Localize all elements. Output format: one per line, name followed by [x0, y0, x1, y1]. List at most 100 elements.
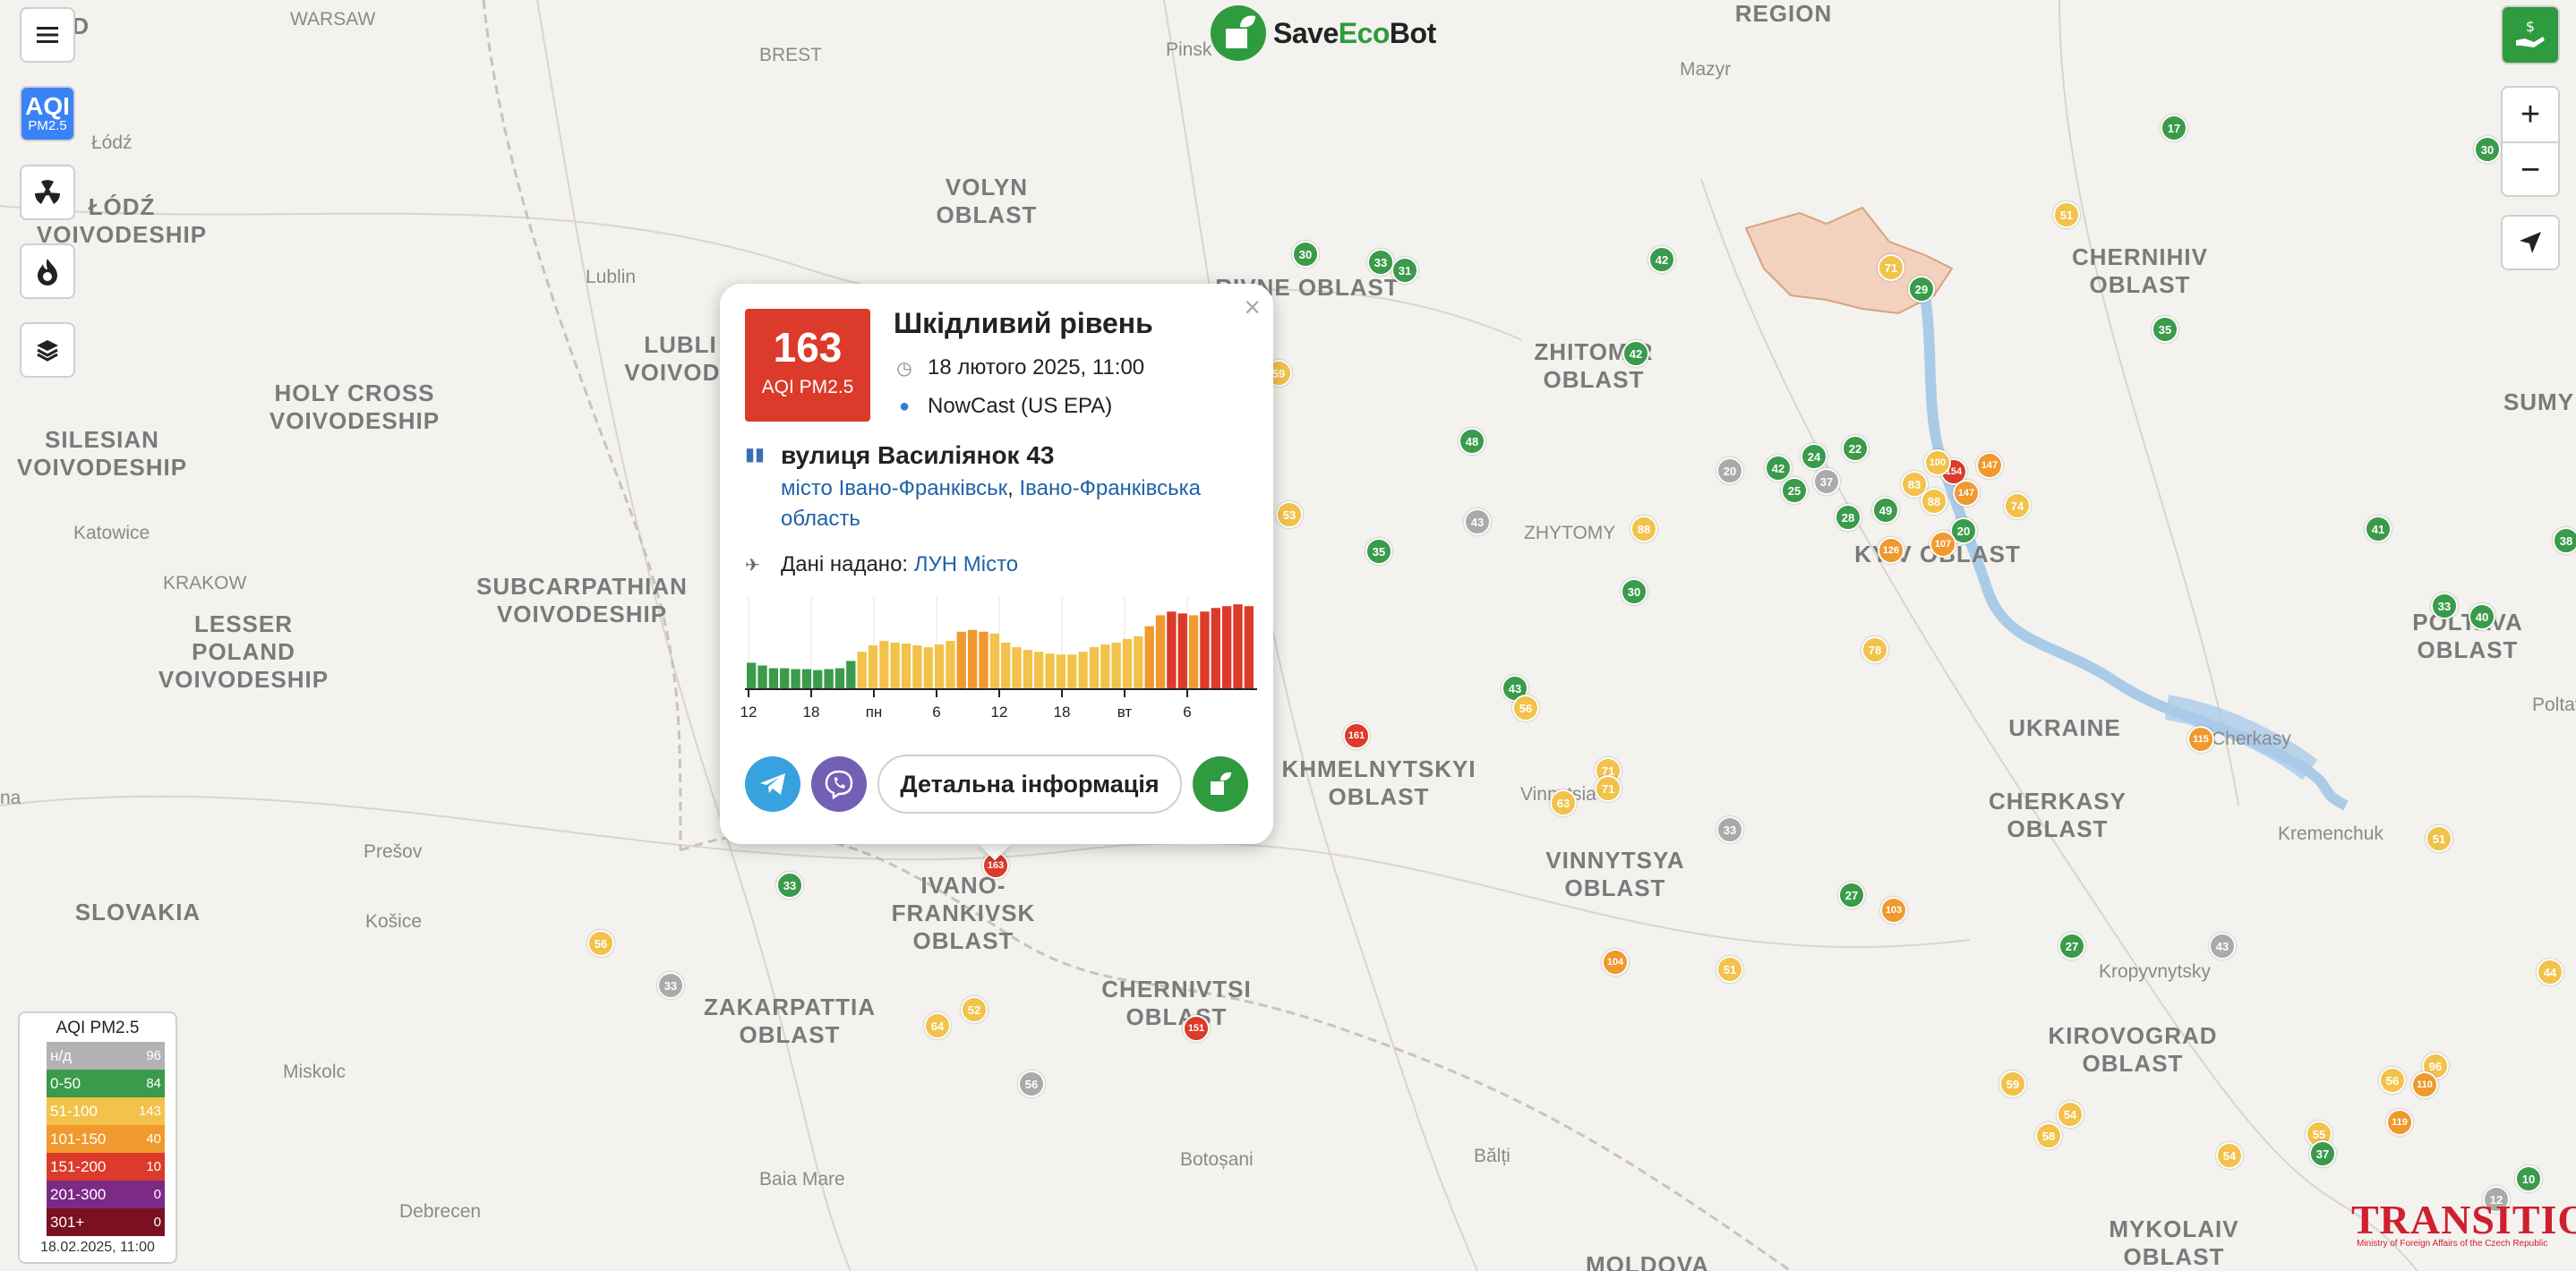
station-marker[interactable]: 53 [1276, 501, 1303, 528]
city-link[interactable]: місто Івано-Франківськ [781, 476, 1007, 500]
legend-row[interactable]: 301+ 0 [47, 1208, 165, 1236]
station-marker[interactable]: 30 [1621, 578, 1647, 605]
station-marker[interactable]: 58 [2035, 1122, 2062, 1149]
station-marker[interactable]: 54 [2216, 1142, 2243, 1169]
donate-button[interactable]: $ [2501, 5, 2560, 64]
city-label: Miskolc [283, 1062, 346, 1082]
station-marker[interactable]: 161 [1343, 722, 1370, 749]
station-marker[interactable]: 147 [1976, 452, 2003, 479]
fire-layer-button[interactable] [20, 243, 75, 299]
station-marker[interactable]: 56 [2379, 1067, 2406, 1094]
station-marker[interactable]: 151 [1183, 1015, 1210, 1042]
station-marker[interactable]: 29 [1908, 276, 1935, 303]
station-marker[interactable]: 24 [1801, 443, 1827, 470]
station-marker[interactable]: 49 [1872, 497, 1899, 524]
aqi-legend: AQI PM2.5 н/д 96 0-50 84 51-100 143 101-150 40 1… [18, 1011, 177, 1264]
station-marker[interactable]: 44 [2537, 959, 2563, 985]
telegram-share-button[interactable] [745, 756, 800, 812]
station-marker[interactable]: 10 [2515, 1165, 2542, 1192]
station-marker[interactable]: 74 [2004, 492, 2031, 519]
station-marker[interactable]: 35 [2152, 316, 2178, 343]
station-marker[interactable]: 100 [1924, 449, 1951, 476]
station-marker[interactable]: 110 [2411, 1071, 2438, 1098]
station-marker[interactable]: 78 [1861, 636, 1888, 663]
legend-row[interactable]: 151-200 10 [47, 1153, 165, 1181]
viber-share-button[interactable] [811, 756, 867, 812]
station-marker[interactable]: 30 [1292, 241, 1319, 268]
station-marker[interactable]: 38 [2553, 527, 2576, 554]
station-marker[interactable]: 88 [1630, 516, 1657, 542]
legend-row[interactable]: н/д 96 [47, 1042, 165, 1070]
station-marker[interactable]: 103 [1880, 897, 1907, 924]
station-marker[interactable]: 107 [1930, 531, 1956, 558]
station-marker[interactable]: 20 [1716, 457, 1743, 484]
station-marker[interactable]: 59 [1999, 1071, 2026, 1097]
station-marker[interactable]: 56 [587, 930, 614, 957]
saveecobot-link-button[interactable] [1193, 756, 1248, 812]
station-marker[interactable]: 54 [2057, 1101, 2084, 1128]
city-label: Prešov [364, 841, 423, 862]
station-marker[interactable]: 28 [1835, 504, 1861, 531]
building-icon: ▮▮ [745, 445, 766, 465]
station-marker[interactable]: 64 [924, 1012, 951, 1039]
station-marker[interactable]: 27 [2058, 933, 2085, 960]
station-marker[interactable]: 56 [1512, 695, 1539, 721]
station-marker[interactable]: 115 [2187, 726, 2214, 753]
station-marker[interactable]: 33 [1367, 249, 1394, 276]
station-marker[interactable]: 40 [2469, 603, 2495, 630]
locate-button[interactable] [2501, 215, 2560, 270]
station-marker[interactable]: 119 [2386, 1109, 2413, 1136]
station-marker[interactable]: 30 [2474, 136, 2501, 163]
station-marker[interactable]: 43 [2209, 933, 2236, 960]
station-marker[interactable]: 52 [961, 996, 988, 1023]
menu-button[interactable] [20, 7, 75, 63]
station-marker[interactable]: 42 [1648, 246, 1675, 273]
station-marker[interactable]: 33 [657, 972, 684, 999]
legend-row[interactable]: 201-300 0 [47, 1181, 165, 1208]
radiation-layer-button[interactable] [20, 165, 75, 220]
app-brand[interactable]: SaveEcoBot [1211, 5, 1436, 61]
provider-link[interactable]: ЛУН Місто [914, 552, 1018, 576]
popup-close-button[interactable]: × [1244, 291, 1261, 324]
station-marker[interactable]: 22 [1842, 435, 1869, 462]
details-button[interactable]: Детальна інформація [877, 755, 1182, 814]
station-marker[interactable]: 126 [1878, 537, 1904, 564]
station-marker[interactable]: 41 [2365, 516, 2392, 542]
station-marker[interactable]: 43 [1464, 508, 1491, 535]
legend-row[interactable]: 0-50 84 [47, 1070, 165, 1097]
station-marker[interactable]: 51 [1716, 956, 1743, 983]
aqi-value: 163 [773, 324, 843, 371]
legend-row[interactable]: 101-150 40 [47, 1125, 165, 1153]
station-marker[interactable]: 51 [2053, 201, 2080, 228]
station-marker[interactable]: 17 [2161, 115, 2187, 141]
station-marker[interactable]: 51 [2426, 825, 2452, 852]
chart-bar [1067, 654, 1077, 688]
station-marker[interactable]: 25 [1781, 477, 1808, 504]
zoom-out-button[interactable]: − [2503, 141, 2558, 197]
station-marker[interactable]: 33 [1716, 816, 1743, 843]
station-marker[interactable]: 147 [1953, 480, 1980, 507]
station-marker[interactable]: 33 [2431, 593, 2458, 619]
chart-bar [1012, 647, 1022, 688]
station-marker[interactable]: 42 [1622, 340, 1649, 367]
station-marker[interactable]: 31 [1391, 257, 1418, 284]
station-marker[interactable]: 104 [1602, 949, 1629, 976]
station-marker[interactable]: 35 [1365, 538, 1392, 565]
station-marker[interactable]: 71 [1878, 254, 1904, 281]
chart-tick-label: 18 [1054, 704, 1071, 721]
station-marker[interactable]: 37 [1813, 468, 1840, 495]
legend-row[interactable]: 51-100 143 [47, 1097, 165, 1125]
station-marker[interactable]: 63 [1550, 789, 1577, 816]
map-canvas[interactable]: LANDREGIONVOLYNOBLASTRIVNE OBLASTCHERNIH… [0, 0, 2576, 1271]
aqi-layer-button[interactable]: AQI PM2.5 [20, 86, 75, 141]
zoom-in-button[interactable]: + [2503, 88, 2558, 141]
station-marker[interactable]: 88 [1921, 488, 1947, 515]
station-marker[interactable]: 71 [1595, 775, 1622, 802]
station-marker[interactable]: 27 [1838, 882, 1865, 908]
donate-hand-icon: $ [2516, 19, 2545, 47]
station-marker[interactable]: 56 [1018, 1071, 1045, 1097]
layers-button[interactable] [20, 322, 75, 378]
station-marker[interactable]: 33 [776, 872, 803, 899]
station-marker[interactable]: 37 [2309, 1140, 2336, 1167]
station-marker[interactable]: 48 [1459, 428, 1485, 455]
